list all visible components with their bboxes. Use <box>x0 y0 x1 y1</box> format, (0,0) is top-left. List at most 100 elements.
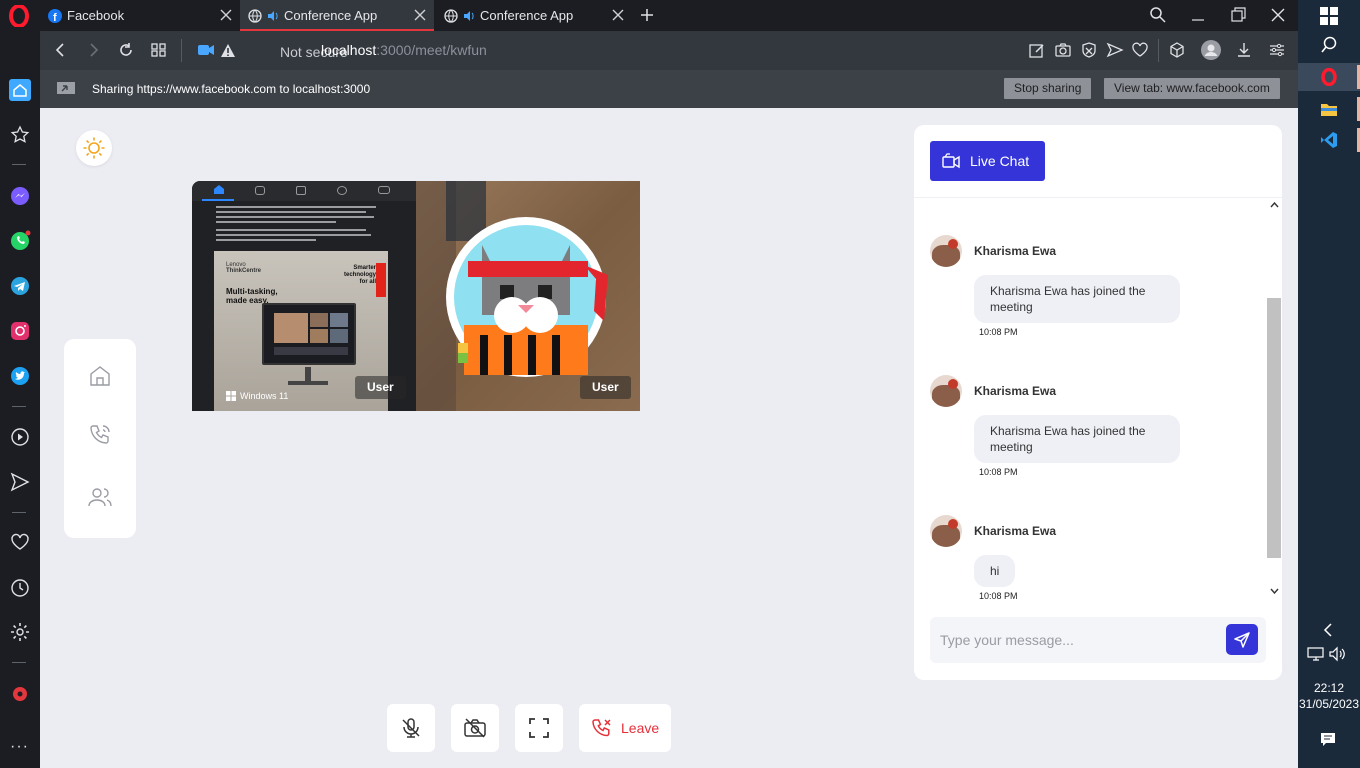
messenger-icon[interactable] <box>9 185 31 207</box>
close-tab-icon[interactable] <box>610 7 626 23</box>
phone-call-icon[interactable] <box>88 423 112 447</box>
video-tile-screen-share[interactable]: Lenovo ThinkCentre Smarter technology fo… <box>192 181 416 411</box>
warning-icon[interactable] <box>220 43 236 58</box>
shared-fb-nav <box>192 181 416 201</box>
live-chat-label: Live Chat <box>970 153 1030 169</box>
fullscreen-button[interactable] <box>515 704 563 752</box>
cube-icon[interactable] <box>1168 41 1186 59</box>
windows-start-icon[interactable] <box>1320 7 1338 25</box>
taskbar-item-opera[interactable] <box>1298 63 1360 91</box>
scrollbar-thumb[interactable] <box>1267 298 1281 558</box>
whatsapp-icon[interactable] <box>9 230 31 252</box>
camera-in-use-icon[interactable] <box>197 42 215 58</box>
avatar <box>930 515 962 547</box>
star-icon[interactable] <box>9 124 31 146</box>
separator <box>12 662 26 663</box>
clock-date: 31/05/2023 <box>1298 697 1360 711</box>
fullscreen-icon <box>529 718 549 738</box>
url-path: :3000/meet/kwfun <box>376 42 487 58</box>
restore-icon[interactable] <box>1229 6 1247 24</box>
tab-title: Conference App <box>480 8 574 23</box>
opera-icon <box>1321 68 1337 86</box>
more-icon[interactable]: ··· <box>10 738 29 756</box>
twitter-icon[interactable] <box>9 365 31 387</box>
vscode-icon[interactable] <box>1320 131 1338 149</box>
tab-conference-app-active[interactable]: Conference App <box>240 0 434 31</box>
volume-icon[interactable] <box>1329 646 1347 662</box>
snapshot-icon[interactable] <box>1054 41 1072 59</box>
end-call-icon <box>592 719 611 737</box>
svg-text:f: f <box>53 12 57 23</box>
users-icon[interactable] <box>88 485 112 509</box>
easy-setup-icon[interactable] <box>1268 41 1286 59</box>
screen-sharing-bar: Sharing https://www.facebook.com to loca… <box>40 70 1298 108</box>
message-bubble: Kharisma Ewa has joined the meeting <box>974 275 1180 323</box>
url-field[interactable]: localhost:3000/meet/kwfun <box>321 42 487 58</box>
mute-mic-button[interactable] <box>387 704 435 752</box>
player-icon[interactable] <box>9 426 31 448</box>
camera-toggle-button[interactable] <box>451 704 499 752</box>
ad-os: Windows 11 <box>240 391 289 401</box>
profile-avatar-icon[interactable] <box>1201 40 1221 60</box>
heart-icon[interactable] <box>1131 41 1149 59</box>
send-button[interactable] <box>1226 624 1258 655</box>
minimize-icon[interactable] <box>1189 6 1207 24</box>
close-window-icon[interactable] <box>1269 6 1287 24</box>
tabs-grid-icon[interactable] <box>150 41 168 59</box>
separator <box>12 164 26 165</box>
close-tab-icon[interactable] <box>412 7 428 23</box>
forward-icon[interactable] <box>84 41 102 59</box>
history-icon[interactable] <box>9 577 31 599</box>
browser-sidebar: ··· <box>0 31 40 768</box>
network-icon[interactable] <box>1307 646 1325 662</box>
leave-call-button[interactable]: Leave <box>579 704 671 752</box>
scroll-up-icon[interactable] <box>1270 202 1279 208</box>
message-input[interactable] <box>930 617 1220 663</box>
home-nav-icon[interactable] <box>88 364 112 388</box>
taskbar-clock[interactable]: 22:12 31/05/2023 <box>1298 680 1360 712</box>
clock-time: 22:12 <box>1313 681 1345 695</box>
new-tab-icon[interactable] <box>639 7 655 23</box>
telegram-icon[interactable] <box>9 275 31 297</box>
search-tabs-icon[interactable] <box>1149 6 1167 24</box>
adblock-icon[interactable] <box>1080 41 1098 59</box>
search-icon[interactable] <box>1320 36 1338 54</box>
live-chat-button[interactable]: Live Chat <box>930 141 1045 181</box>
back-icon[interactable] <box>52 41 70 59</box>
shared-post-text <box>216 203 386 251</box>
avatar <box>930 235 962 267</box>
view-tab-button[interactable]: View tab: www.facebook.com <box>1104 78 1280 99</box>
notifications-icon[interactable] <box>1320 731 1336 747</box>
message-time: 10:08 PM <box>979 467 1018 477</box>
facebook-icon: f <box>48 8 62 23</box>
reload-icon[interactable] <box>117 41 135 59</box>
download-icon[interactable] <box>1235 41 1253 59</box>
tab-facebook[interactable]: f Facebook <box>40 0 240 31</box>
send-to-icon[interactable] <box>1106 41 1124 59</box>
bookmarks-heart-icon[interactable] <box>9 531 31 553</box>
instagram-icon[interactable] <box>9 320 31 342</box>
flow-icon[interactable] <box>9 471 31 493</box>
video-camera-icon <box>942 153 960 169</box>
speaker-icon <box>464 10 474 21</box>
theme-toggle-button[interactable] <box>76 130 112 166</box>
chevron-left-icon[interactable] <box>1321 622 1335 638</box>
message-sender: Kharisma Ewa <box>974 384 1057 398</box>
edit-icon[interactable] <box>1028 41 1046 59</box>
tab-title: Conference App <box>284 8 378 23</box>
music-player-icon[interactable] <box>9 683 31 705</box>
divider <box>181 39 182 62</box>
opera-logo-icon[interactable] <box>8 5 30 27</box>
file-explorer-icon[interactable] <box>1320 100 1338 118</box>
settings-gear-icon[interactable] <box>9 621 31 643</box>
close-tab-icon[interactable] <box>218 7 234 23</box>
scroll-down-icon[interactable] <box>1270 588 1279 594</box>
participant-label: User <box>580 376 631 399</box>
home-icon[interactable] <box>9 79 31 101</box>
message-bubble: hi <box>974 555 1016 587</box>
speaker-icon <box>268 10 278 21</box>
message-bubble: Kharisma Ewa has joined the meeting <box>974 415 1180 463</box>
video-tile-avatar[interactable]: User <box>416 181 640 411</box>
tab-conference-app[interactable]: Conference App <box>436 0 632 31</box>
stop-sharing-button[interactable]: Stop sharing <box>1004 78 1092 99</box>
